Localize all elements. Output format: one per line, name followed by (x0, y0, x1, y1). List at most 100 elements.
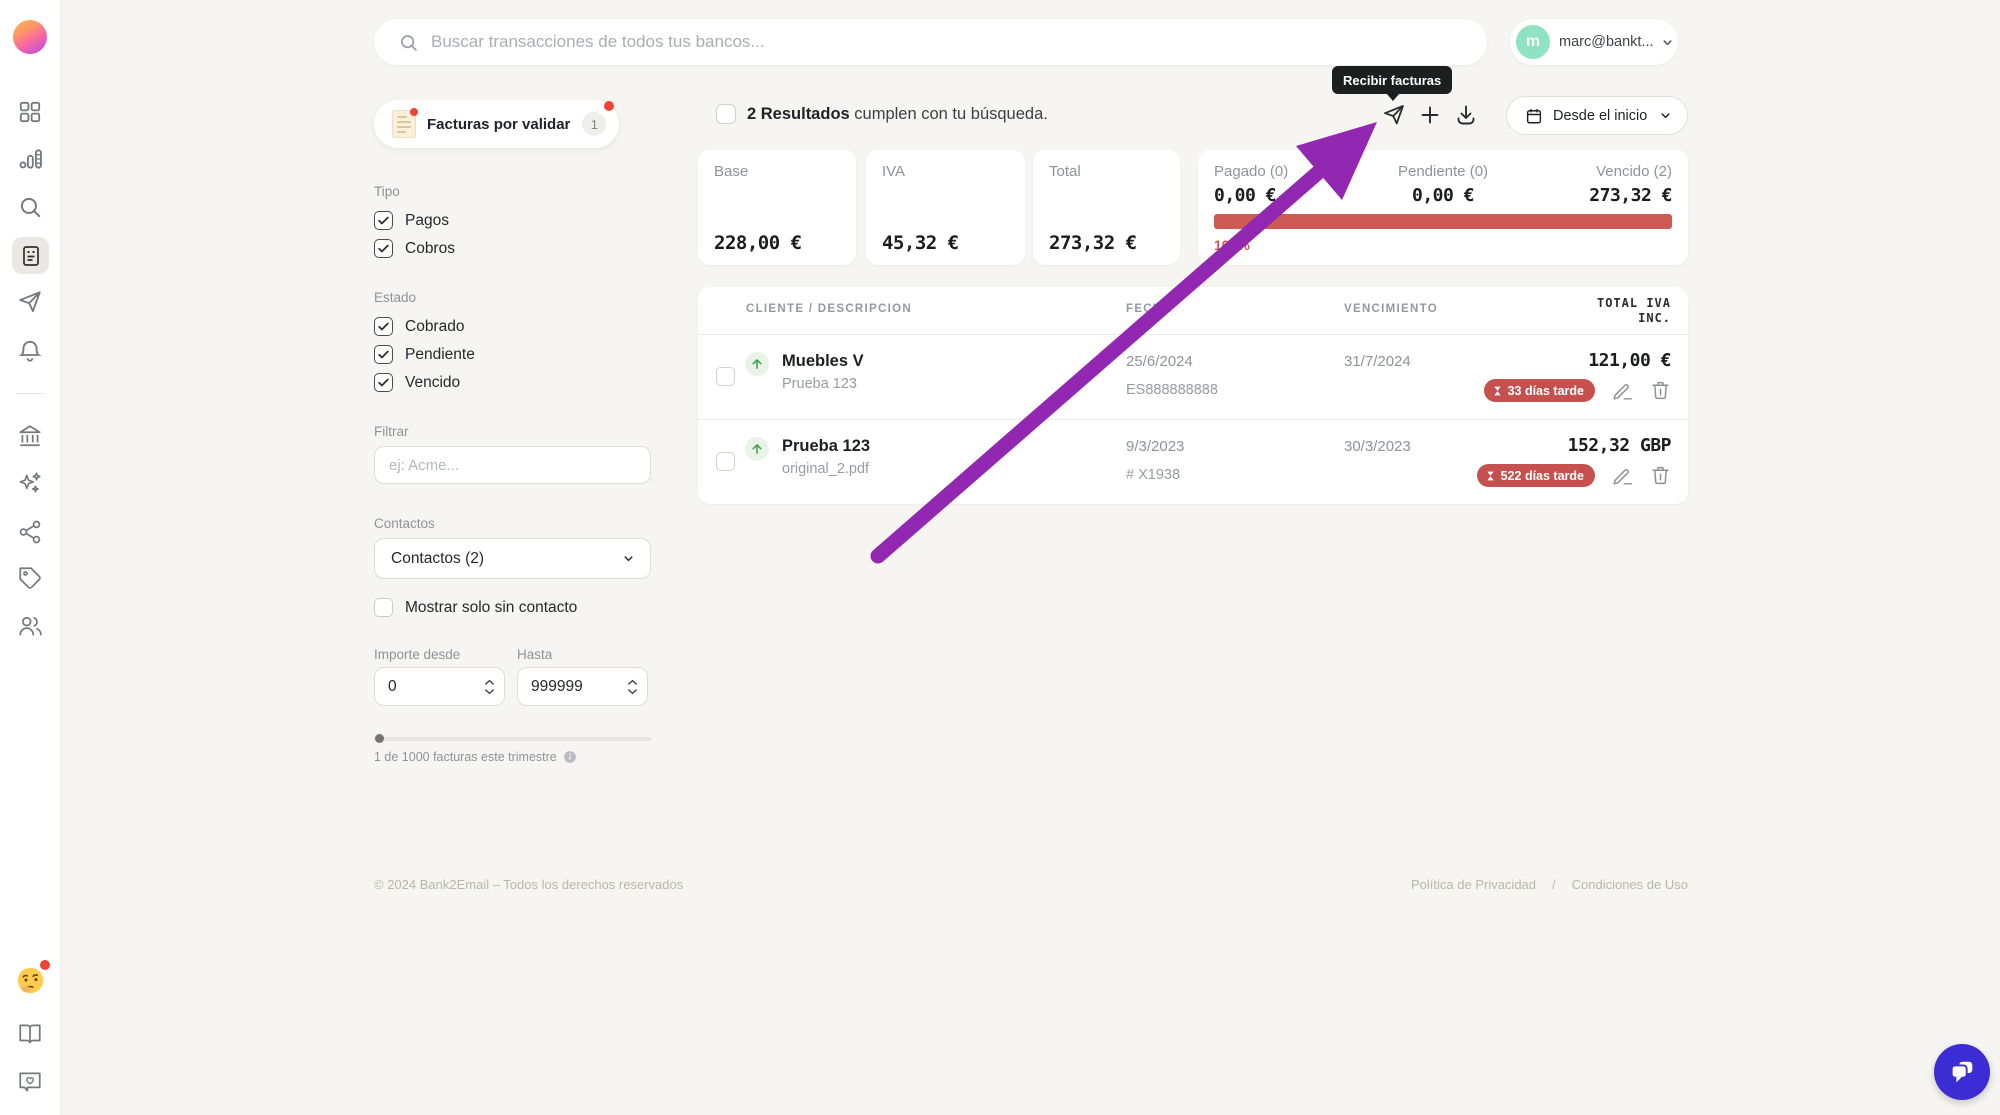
quota-progress-bar[interactable] (374, 737, 651, 741)
table-row-divider (698, 419, 1688, 420)
checkbox-cobros[interactable]: Cobros (374, 239, 455, 258)
search-icon[interactable] (17, 194, 43, 220)
send-plane-icon[interactable] (17, 289, 43, 315)
share-nodes-icon[interactable] (17, 519, 43, 545)
edit-icon[interactable] (1612, 380, 1633, 401)
overdue-percent: 100% (1214, 237, 1250, 253)
search-input[interactable] (431, 32, 1487, 52)
card-total: Total 273,32 € (1033, 150, 1180, 265)
hasta-label: Hasta (517, 647, 552, 662)
checkbox-cobrado[interactable]: Cobrado (374, 317, 464, 336)
pagado-label: Pagado (0) (1214, 163, 1288, 180)
invoice-reference: ES888888888 (1126, 382, 1218, 398)
stepper-arrows-icon[interactable] (484, 679, 495, 695)
filtrar-label: Filtrar (374, 424, 409, 439)
thinking-emoji-icon[interactable] (16, 966, 45, 995)
global-search (374, 19, 1487, 65)
footer-links: Política de Privacidad / Condiciones de … (1411, 877, 1688, 892)
emoji-notification-dot (40, 960, 50, 970)
card-status: Pagado (0) 0,00 € Pendiente (0) 0,00 € V… (1198, 150, 1688, 265)
vencido-label: Vencido (2) (1589, 163, 1672, 180)
delete-icon[interactable] (1650, 465, 1671, 486)
ai-sparkles-icon[interactable] (17, 470, 43, 496)
client-name: Prueba 123 (782, 437, 870, 456)
row-actions: 33 días tarde (1484, 379, 1671, 402)
download-icon[interactable] (1454, 103, 1478, 127)
tooltip-tail (1386, 93, 1400, 101)
hourglass-icon (1492, 385, 1503, 397)
hourglass-icon (1485, 470, 1496, 482)
date-range-button[interactable]: Desde el inicio (1506, 96, 1688, 135)
checkbox-sin-contacto[interactable]: Mostrar solo sin contacto (374, 598, 577, 617)
footer-separator: / (1552, 877, 1556, 892)
sidebar-item-invoices[interactable] (12, 237, 49, 274)
row-actions: 522 días tarde (1477, 464, 1671, 487)
notifications-bell-icon[interactable] (17, 338, 43, 364)
row-checkbox[interactable] (716, 452, 735, 471)
tag-icon[interactable] (17, 565, 43, 591)
bank-building-icon[interactable] (17, 423, 43, 449)
table-header-divider (698, 334, 1688, 335)
col-due-header: VENCIMIENTO (1344, 303, 1438, 315)
edit-icon[interactable] (1612, 465, 1633, 486)
quota-text: 1 de 1000 facturas este trimestre (374, 750, 577, 764)
user-menu[interactable]: m marc@bankt... (1510, 19, 1678, 65)
checkbox-checked-icon (374, 317, 393, 336)
send-icon[interactable] (1382, 103, 1406, 127)
validate-count-badge: 1 (582, 112, 606, 136)
app-logo[interactable] (13, 20, 47, 54)
contacts-users-icon[interactable] (17, 613, 43, 639)
analytics-bars-icon[interactable] (17, 146, 43, 172)
due-date: 30/3/2023 (1344, 438, 1411, 455)
info-icon[interactable] (563, 750, 577, 764)
col-client-header: CLIENTE / DESCRIPCION (746, 303, 912, 315)
checkbox-checked-icon (374, 373, 393, 392)
client-description: Prueba 123 (782, 376, 857, 392)
importe-desde-input[interactable] (375, 678, 484, 696)
plus-icon[interactable] (1418, 103, 1442, 127)
row-checkbox[interactable] (716, 367, 735, 386)
contactos-select[interactable]: Contactos (2) (374, 538, 651, 579)
facturas-por-validar-button[interactable]: Facturas por validar 1 (374, 100, 619, 148)
select-all-checkbox[interactable] (716, 104, 736, 124)
invoice-total: 152,32 GBP (1568, 435, 1671, 456)
overdue-progress-bar (1214, 214, 1672, 229)
card-base: Base 228,00 € (698, 150, 856, 265)
pagado-value: 0,00 € (1214, 185, 1288, 206)
docs-book-icon[interactable] (17, 1021, 43, 1047)
terms-link[interactable]: Condiciones de Uso (1572, 877, 1688, 892)
income-arrow-icon (745, 437, 769, 461)
feedback-chat-heart-icon[interactable] (17, 1069, 43, 1095)
importe-desde-label: Importe desde (374, 647, 460, 662)
calendar-icon (1525, 107, 1543, 125)
hasta-input[interactable] (518, 678, 627, 696)
copyright-text: © 2024 Bank2Email – Todos los derechos r… (374, 877, 683, 892)
results-text: 2 Resultados cumplen con tu búsqueda. (747, 105, 1048, 124)
quota-progress-dot (375, 734, 384, 743)
sidebar-divider (16, 393, 44, 394)
col-date-header: FECHA (1126, 303, 1172, 315)
chat-widget-button[interactable] (1934, 1044, 1990, 1100)
stepper-arrows-icon[interactable] (627, 679, 638, 695)
checkbox-pagos[interactable]: Pagos (374, 211, 449, 230)
checkbox-checked-icon (374, 345, 393, 364)
delete-icon[interactable] (1650, 380, 1671, 401)
checkbox-vencido[interactable]: Vencido (374, 373, 460, 392)
sidebar (0, 0, 61, 1115)
invoice-reference: # X1938 (1126, 467, 1180, 483)
due-date: 31/7/2024 (1344, 353, 1411, 370)
checkbox-checked-icon (374, 239, 393, 258)
avatar: m (1516, 25, 1550, 59)
dashboard-grid-icon[interactable] (17, 99, 43, 125)
vencido-value: 273,32 € (1589, 185, 1672, 206)
results-bar: 2 Resultados cumplen con tu búsqueda. (716, 104, 1048, 124)
chat-bubbles-icon (1947, 1057, 1977, 1087)
privacy-link[interactable]: Política de Privacidad (1411, 877, 1536, 892)
filtrar-input[interactable] (374, 446, 651, 484)
invoice-date: 25/6/2024 (1126, 353, 1193, 370)
pendiente-value: 0,00 € (1363, 185, 1523, 206)
client-description: original_2.pdf (782, 461, 869, 477)
invoice-icon (392, 110, 416, 138)
pendiente-label: Pendiente (0) (1363, 163, 1523, 180)
checkbox-pendiente[interactable]: Pendiente (374, 345, 475, 364)
